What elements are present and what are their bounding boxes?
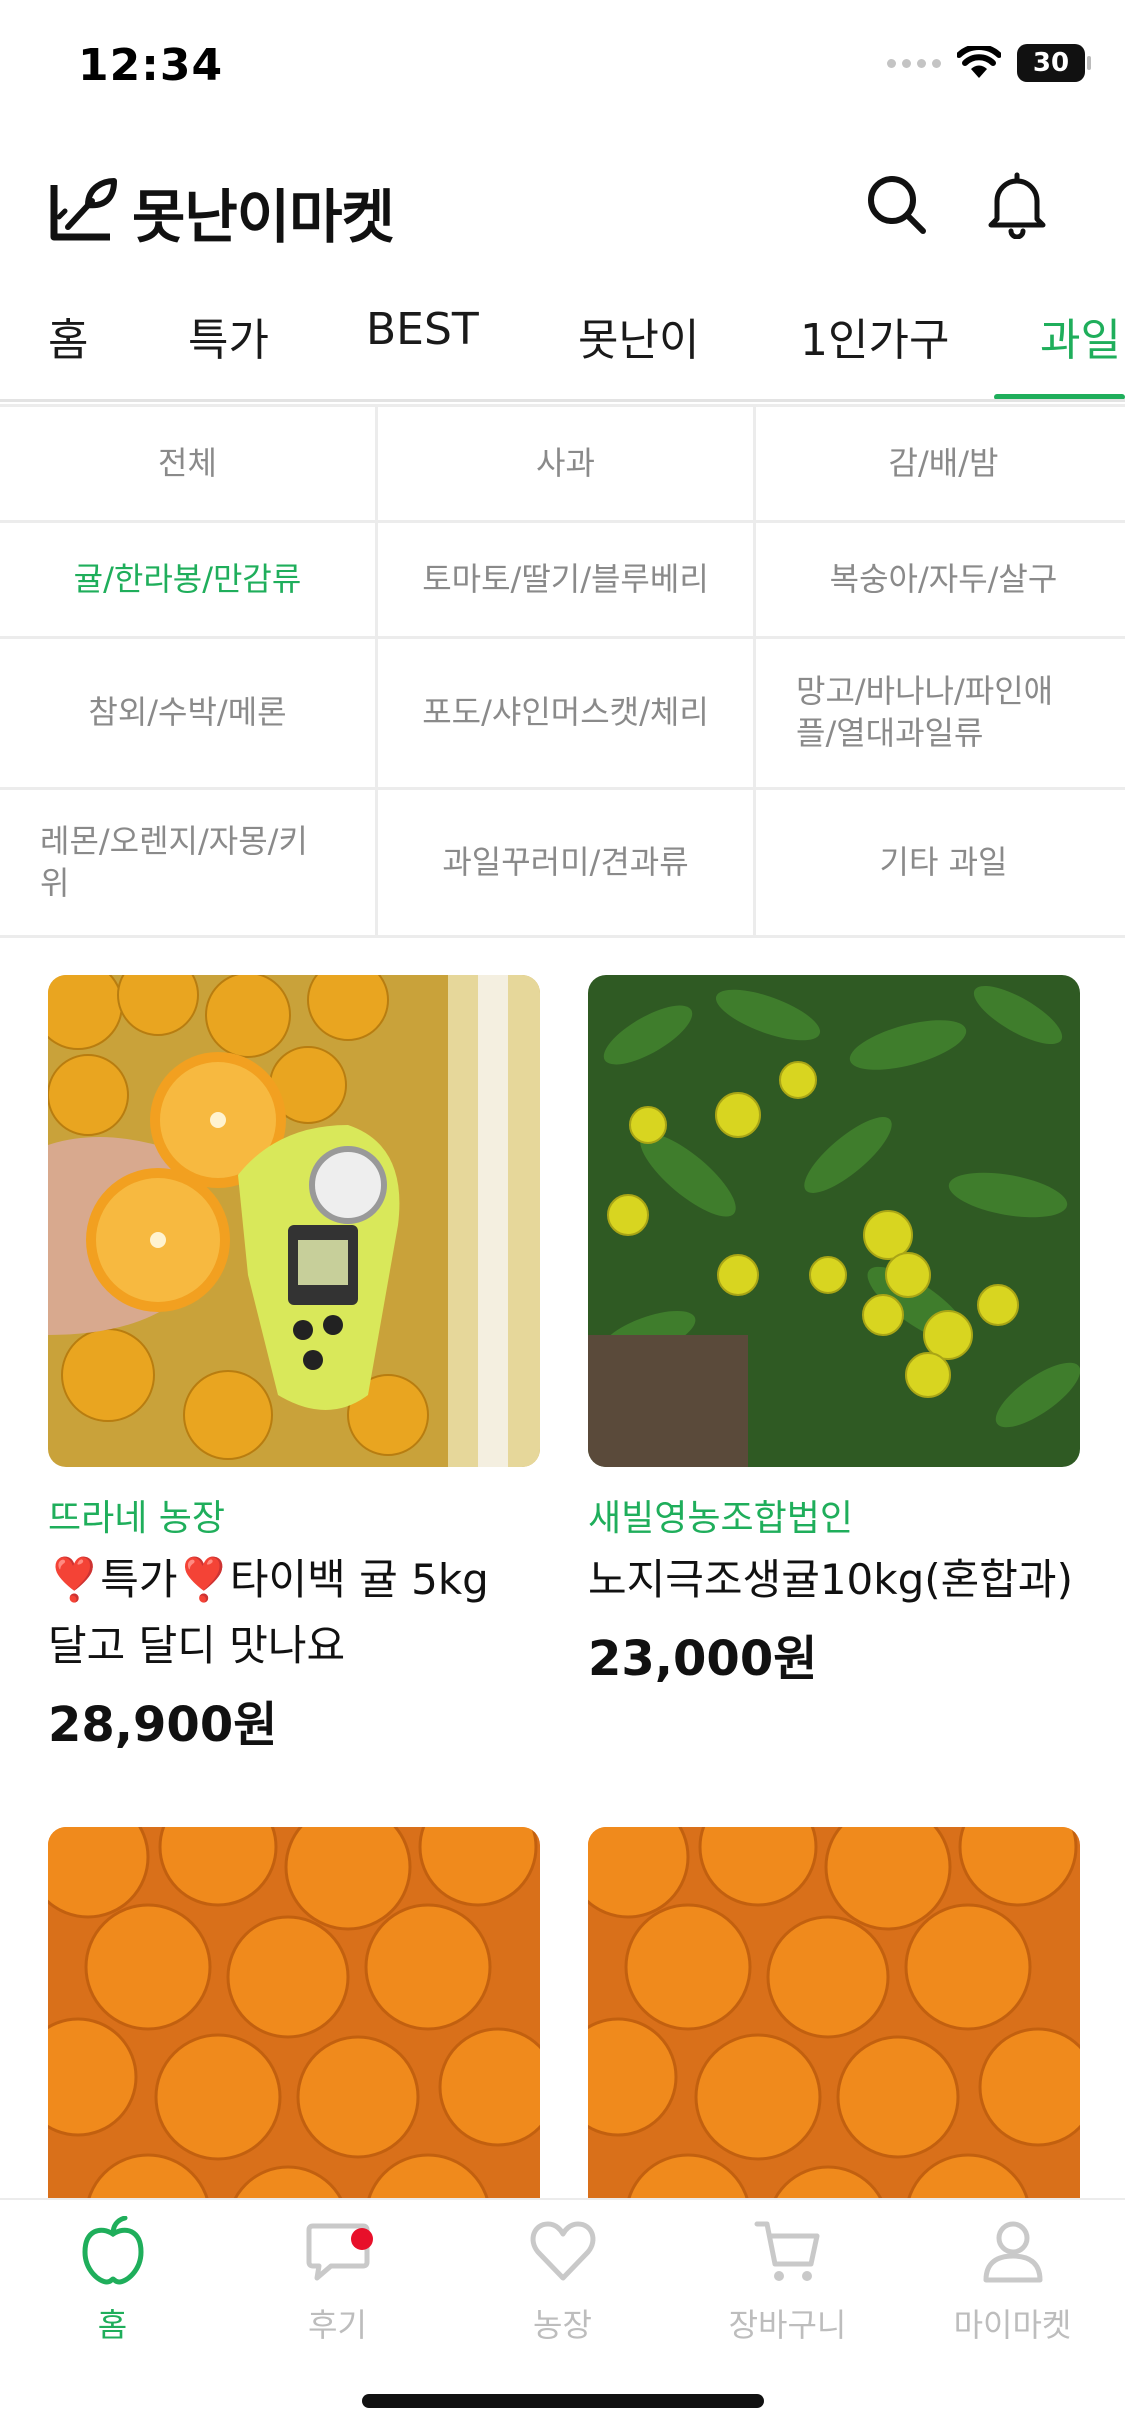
nav-label: 마이마켓 (953, 2306, 1072, 2344)
farm-name: 뜨라네 농장 (48, 1498, 226, 1539)
category-bundle-nuts[interactable]: 과일꾸러미/견과류 (378, 790, 753, 935)
category-persimmon-pear-chestnut[interactable]: 감/배/밤 (756, 407, 1125, 520)
top-tabs: 홈 특가 BEST 못난이 1인가구 과일 (0, 290, 1125, 402)
logo-icon (48, 175, 118, 249)
tab-ugly[interactable]: 못난이 (578, 304, 699, 368)
home-indicator (362, 2394, 764, 2408)
category-tangerine[interactable]: 귤/한라봉/만감류 (0, 523, 375, 636)
category-tomato-berry[interactable]: 토마토/딸기/블루베리 (378, 523, 753, 636)
nav-label: 후기 (308, 2306, 367, 2344)
category-peach-plum-apricot[interactable]: 복숭아/자두/살구 (756, 523, 1125, 636)
person-icon (978, 2216, 1048, 2290)
heart-icon (528, 2216, 598, 2290)
farm-name: 새빌영농조합법인 (588, 1498, 853, 1539)
search-button[interactable] (862, 172, 932, 242)
battery-icon: 30 (1017, 44, 1091, 82)
app-logo[interactable]: 못난이마켓 (48, 170, 395, 254)
nav-farm[interactable]: 농장 (450, 2216, 675, 2346)
product-card[interactable]: 뜨라네 농장 ❣️특가❣️타이백 귤 5kg 달고 달디 맛나요 28,900원 (48, 975, 540, 1755)
tab-best[interactable]: BEST (366, 304, 479, 355)
category-other-fruit[interactable]: 기타 과일 (756, 790, 1125, 935)
product-price: 28,900원 (48, 1697, 278, 1753)
category-grid: 전체 사과 감/배/밤 귤/한라봉/만감류 토마토/딸기/블루베리 복숭아/자두… (0, 404, 1125, 938)
nav-label: 장바구니 (728, 2306, 847, 2344)
product-title: ❣️특가❣️타이백 귤 5kg 달고 달디 맛나요 (48, 1555, 489, 1670)
app-header: 못난이마켓 (0, 150, 1125, 260)
nav-label: 홈 (97, 2306, 128, 2344)
tab-home[interactable]: 홈 (48, 304, 88, 368)
product-image[interactable] (588, 975, 1080, 1467)
signal-icon (887, 58, 941, 68)
wifi-icon (957, 46, 1001, 80)
nav-home[interactable]: 홈 (0, 2215, 225, 2346)
product-image[interactable] (48, 975, 540, 1467)
tab-fruit[interactable]: 과일 (1040, 304, 1121, 368)
search-icon (865, 173, 929, 241)
product-price: 23,000원 (588, 1631, 818, 1687)
category-apple[interactable]: 사과 (378, 407, 753, 520)
category-grape-cherry[interactable]: 포도/샤인머스캣/체리 (378, 639, 753, 787)
status-bar: 12:34 30 (0, 0, 1125, 140)
nav-my-market[interactable]: 마이마켓 (900, 2216, 1125, 2346)
battery-level: 30 (1032, 48, 1070, 78)
category-melon[interactable]: 참외/수박/메론 (0, 639, 375, 787)
category-all[interactable]: 전체 (0, 407, 375, 520)
apple-icon (81, 2215, 145, 2290)
status-indicators: 30 (887, 44, 1091, 82)
active-tab-indicator (994, 394, 1125, 399)
tab-single-household[interactable]: 1인가구 (800, 304, 949, 368)
nav-cart[interactable]: 장바구니 (675, 2216, 900, 2346)
bell-icon (985, 171, 1049, 243)
status-time: 12:34 (78, 40, 224, 91)
cart-icon (753, 2216, 823, 2290)
category-tropical[interactable]: 망고/바나나/파인애플/열대과일류 (756, 639, 1125, 787)
nav-label: 농장 (533, 2306, 592, 2344)
nav-reviews[interactable]: 후기 (225, 2216, 450, 2346)
category-citrus-kiwi[interactable]: 레몬/오렌지/자몽/키위 (0, 790, 375, 935)
product-card[interactable]: 새빌영농조합법인 노지극조생귤10kg(혼합과) 23,000원 (588, 975, 1080, 1689)
notification-button[interactable] (982, 172, 1052, 242)
product-title: 노지극조생귤10kg(혼합과) (588, 1555, 1073, 1604)
notification-dot (351, 2228, 373, 2250)
app-name: 못난이마켓 (132, 183, 395, 251)
tab-special[interactable]: 특가 (188, 304, 269, 368)
